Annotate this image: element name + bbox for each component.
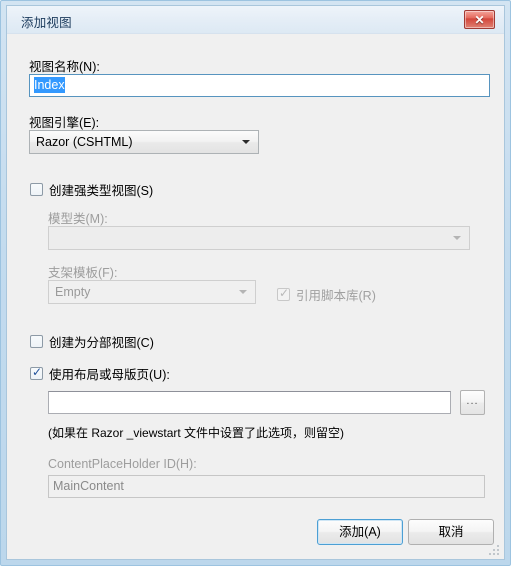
checkbox-box-checked-icon: ✓ bbox=[30, 365, 43, 380]
create-partial-view-checkbox[interactable]: 创建为分部视图(C) bbox=[30, 332, 154, 351]
content-placeholder-id-label: ContentPlaceHolder ID(H): bbox=[48, 457, 197, 471]
add-button[interactable]: 添加(A) bbox=[317, 519, 403, 545]
strongly-typed-view-checkbox[interactable]: 创建强类型视图(S) bbox=[30, 180, 153, 199]
checkbox-box-unchecked-icon bbox=[30, 183, 43, 196]
reference-script-libraries-label: 引用脚本库(R) bbox=[296, 289, 376, 303]
view-engine-combobox[interactable]: Razor (CSHTML) bbox=[29, 130, 259, 154]
browse-layout-page-button[interactable]: ... bbox=[460, 390, 485, 415]
scaffold-template-label: 支架模板(F): bbox=[48, 266, 118, 280]
view-name-value: Index bbox=[34, 77, 65, 93]
use-layout-page-label: 使用布局或母版页(U): bbox=[49, 368, 170, 382]
checkmark-icon: ✓ bbox=[32, 365, 43, 379]
cancel-button[interactable]: 取消 bbox=[408, 519, 494, 545]
view-name-input[interactable]: Index bbox=[29, 74, 490, 97]
chevron-down-icon bbox=[239, 290, 247, 294]
strongly-typed-view-label: 创建强类型视图(S) bbox=[49, 184, 154, 198]
model-class-combobox bbox=[48, 226, 470, 250]
checkbox-box-unchecked-icon bbox=[30, 335, 43, 348]
model-class-label: 模型类(M): bbox=[48, 212, 108, 226]
view-name-label: 视图名称(N): bbox=[29, 60, 100, 74]
use-layout-page-checkbox[interactable]: ✓ 使用布局或母版页(U): bbox=[30, 364, 170, 383]
resize-grip[interactable] bbox=[489, 545, 501, 557]
content-placeholder-id-input: MainContent bbox=[48, 475, 485, 498]
layout-page-hint: (如果在 Razor _viewstart 文件中设置了此选项，则留空) bbox=[48, 426, 345, 440]
layout-page-input[interactable] bbox=[48, 391, 451, 414]
close-icon: ✕ bbox=[474, 13, 485, 27]
dialog-title: 添加视图 bbox=[21, 16, 72, 30]
title-bar[interactable]: 添加视图 ✕ bbox=[7, 6, 504, 34]
close-button[interactable]: ✕ bbox=[464, 10, 495, 29]
ellipsis-icon: ... bbox=[466, 395, 479, 407]
chevron-down-icon bbox=[453, 236, 461, 240]
view-engine-value: Razor (CSHTML) bbox=[36, 135, 133, 149]
scaffold-template-combobox: Empty bbox=[48, 280, 256, 304]
add-view-dialog-window: 添加视图 ✕ 视图名称(N): Index 视图引擎(E): Razor (CS… bbox=[0, 0, 511, 566]
checkmark-icon: ✓ bbox=[279, 286, 290, 300]
dialog-inner: 添加视图 ✕ 视图名称(N): Index 视图引擎(E): Razor (CS… bbox=[6, 5, 505, 560]
create-partial-view-label: 创建为分部视图(C) bbox=[49, 336, 154, 350]
view-engine-label: 视图引擎(E): bbox=[29, 116, 100, 130]
scaffold-template-value: Empty bbox=[55, 285, 91, 299]
checkbox-box-checked-icon: ✓ bbox=[277, 286, 290, 301]
reference-script-libraries-checkbox: ✓ 引用脚本库(R) bbox=[277, 285, 376, 304]
dialog-content: 视图名称(N): Index 视图引擎(E): Razor (CSHTML) 创… bbox=[7, 34, 504, 559]
chevron-down-icon bbox=[242, 140, 250, 144]
